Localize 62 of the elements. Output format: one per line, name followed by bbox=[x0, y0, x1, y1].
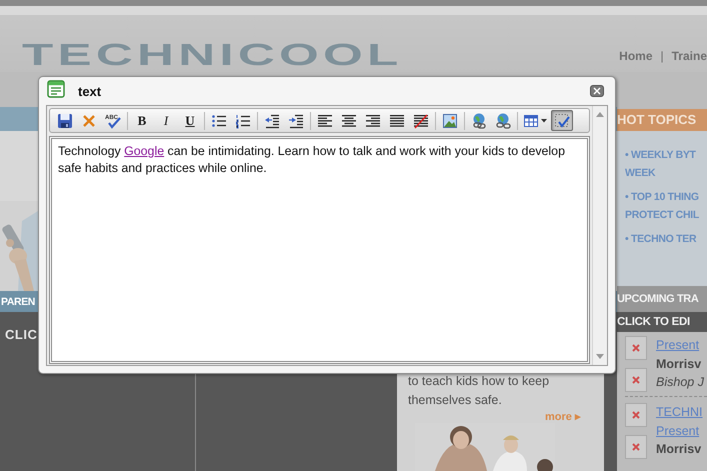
event-link[interactable]: Present bbox=[656, 336, 704, 355]
section-heading: CLICK TO EDI bbox=[617, 316, 690, 328]
nav-separator: | bbox=[660, 48, 664, 63]
more-link[interactable]: more ▸ bbox=[545, 410, 581, 424]
section-title: PAREN bbox=[0, 296, 35, 308]
underline-button[interactable]: U bbox=[179, 110, 201, 131]
delete-icon bbox=[630, 342, 642, 354]
guides-icon bbox=[554, 112, 570, 128]
event-link[interactable]: TECHNI bbox=[656, 403, 703, 422]
align-center-icon bbox=[341, 112, 357, 128]
event-link[interactable]: Present bbox=[656, 422, 703, 440]
nav-link[interactable]: Traine bbox=[672, 48, 707, 63]
topic-link[interactable]: PROTECT CHIL bbox=[625, 206, 707, 224]
caret-icon bbox=[541, 118, 547, 122]
bold-button[interactable]: B bbox=[131, 110, 153, 131]
delete-icon bbox=[630, 409, 642, 422]
window-title: text bbox=[78, 84, 102, 98]
close-button[interactable] bbox=[590, 85, 604, 97]
cancel-icon bbox=[81, 112, 97, 128]
delete-button[interactable] bbox=[625, 403, 647, 428]
scroll-up-icon bbox=[596, 112, 604, 117]
bulleted-list-icon bbox=[211, 112, 227, 128]
logo[interactable]: TECHNICOOL bbox=[22, 40, 403, 68]
event-host: Bishop J bbox=[656, 374, 704, 392]
topic-link[interactable]: WEEK bbox=[625, 164, 707, 182]
scrollbar[interactable] bbox=[592, 106, 607, 365]
globe-link-icon bbox=[471, 112, 487, 128]
document-icon bbox=[47, 80, 65, 98]
align-right-icon bbox=[365, 112, 381, 128]
topic-link[interactable]: • WEEKLY BYT bbox=[625, 146, 707, 164]
close-icon bbox=[593, 87, 601, 95]
section-title: UPCOMING TRA bbox=[617, 286, 707, 312]
body-text: themselves safe. bbox=[408, 392, 503, 410]
delete-button[interactable] bbox=[625, 368, 647, 392]
delete-button[interactable] bbox=[625, 435, 647, 460]
lines-with-slash-icon bbox=[413, 112, 429, 128]
indent-icon bbox=[288, 112, 304, 128]
delete-button[interactable] bbox=[625, 336, 647, 360]
paragraph: Technology Google can be intimidating. Learn how to talk and work with your kids to develop safe habits and practices while online. bbox=[58, 143, 566, 177]
event-location: Morrisv bbox=[656, 356, 702, 373]
topic-link[interactable]: • TOP 10 THING bbox=[625, 188, 707, 206]
scroll-down-icon bbox=[596, 354, 604, 359]
numbered-list-icon bbox=[235, 112, 251, 128]
delete-icon bbox=[630, 374, 642, 386]
italic-button[interactable]: I bbox=[155, 110, 177, 131]
topic-link[interactable]: • TECHNO TER bbox=[625, 230, 707, 248]
image-icon bbox=[442, 112, 458, 128]
text-editor[interactable]: Technology Google can be intimidating. Learn how to talk and work with your kids to develop safe habits and practices while online. bbox=[49, 136, 590, 364]
delete-icon bbox=[630, 441, 642, 454]
globe-chain-icon bbox=[495, 112, 511, 128]
justify-icon bbox=[389, 112, 405, 128]
nav-link[interactable]: Home bbox=[619, 48, 653, 63]
link[interactable]: Google bbox=[124, 144, 164, 158]
table-icon bbox=[523, 112, 539, 128]
save-icon bbox=[57, 112, 73, 128]
align-left-icon bbox=[317, 112, 333, 128]
section-heading: CLIC bbox=[5, 327, 38, 342]
outdent-icon bbox=[264, 112, 280, 128]
event-location: Morrisv bbox=[656, 441, 702, 458]
guides-button[interactable] bbox=[551, 110, 573, 131]
section-title: HOT TOPICS bbox=[617, 109, 707, 132]
body-text: to teach kids how to keep bbox=[408, 373, 550, 390]
